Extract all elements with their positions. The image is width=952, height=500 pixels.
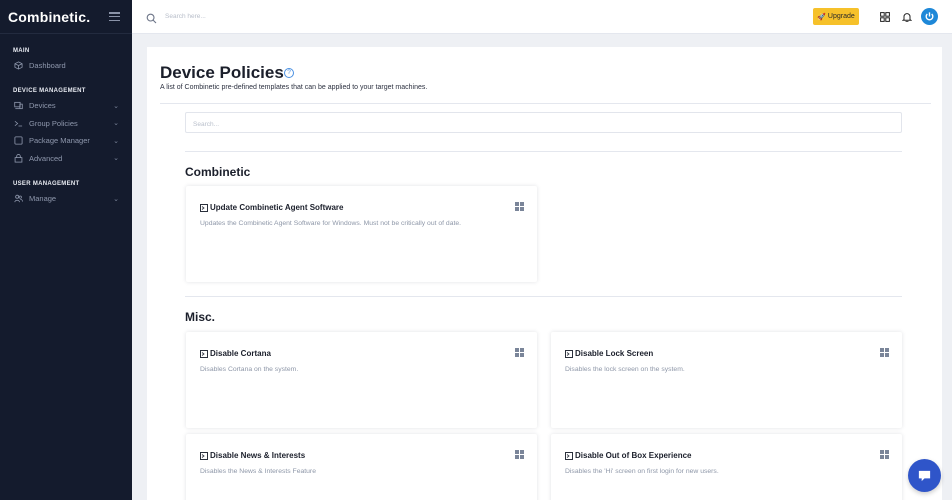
sidebar-item-manage[interactable]: Manage ⌄ — [0, 190, 132, 208]
nav-section-device-management: DEVICE MANAGEMENT — [13, 88, 86, 94]
sidebar-item-label: Package Manager — [29, 136, 90, 146]
users-icon — [13, 194, 23, 204]
hamburger-icon[interactable] — [109, 12, 120, 21]
policy-card-title: Disable Cortana — [210, 349, 271, 358]
terminal-icon — [200, 203, 208, 212]
chat-icon[interactable] — [908, 459, 941, 492]
dashboard-icon — [13, 61, 23, 71]
terminal-icon — [200, 451, 208, 460]
policy-card-title: Disable News & Interests — [210, 451, 306, 460]
top-search-input[interactable]: Search here... — [165, 13, 206, 20]
rocket-icon: 🚀 — [817, 13, 826, 21]
sidebar-item-devices[interactable]: Devices ⌄ — [0, 97, 132, 115]
chevron-down-icon: ⌄ — [113, 195, 119, 203]
divider — [185, 296, 902, 297]
advanced-icon — [13, 153, 23, 163]
page-title: Device Policies — [160, 63, 284, 82]
help-icon[interactable]: ? — [284, 68, 294, 78]
policy-card-title: Disable Lock Screen — [575, 349, 654, 358]
brand-logo[interactable]: Combinetic. — [8, 9, 90, 25]
devices-icon — [13, 101, 23, 111]
divider — [160, 103, 931, 104]
chevron-down-icon: ⌄ — [113, 120, 119, 128]
terminal-icon — [200, 349, 208, 358]
policy-card[interactable]: Disable Out of Box Experience Disables t… — [551, 434, 902, 500]
terminal-icon — [565, 451, 573, 460]
sidebar-item-label: Group Policies — [29, 118, 78, 128]
chevron-down-icon: ⌄ — [113, 155, 119, 163]
terminal-icon — [565, 349, 573, 358]
policy-card-description: Updates the Combinetic Agent Software fo… — [200, 220, 462, 227]
policy-card-title: Disable Out of Box Experience — [575, 451, 692, 460]
sidebar-item-label: Dashboard — [29, 61, 66, 71]
chevron-down-icon: ⌄ — [113, 137, 119, 145]
windows-icon — [515, 202, 524, 211]
brand-row: Combinetic. — [0, 0, 132, 34]
sidebar-item-label: Manage — [29, 194, 57, 204]
section-title-misc: Misc. — [185, 310, 216, 324]
sidebar-item-group-policies[interactable]: Group Policies ⌄ — [0, 115, 132, 133]
policy-card[interactable]: Disable News & Interests Disables the Ne… — [186, 434, 537, 500]
upgrade-button[interactable]: 🚀 Upgrade — [813, 8, 859, 25]
policy-search-box[interactable] — [185, 112, 902, 134]
package-icon — [13, 136, 23, 146]
top-search[interactable]: Search here... — [146, 11, 206, 24]
policy-card-title: Update Combinetic Agent Software — [210, 203, 344, 212]
policy-card[interactable]: Update Combinetic Agent Software Updates… — [186, 186, 537, 282]
upgrade-label: Upgrade — [827, 13, 855, 20]
policy-card-description: Disables the lock screen on the system. — [565, 366, 685, 373]
divider — [185, 151, 902, 152]
windows-icon — [515, 450, 524, 459]
power-icon[interactable] — [921, 8, 938, 25]
sidebar-item-dashboard[interactable]: Dashboard — [0, 57, 132, 75]
policy-card-description: Disables the News & Interests Feature — [200, 468, 316, 475]
chevron-down-icon: ⌄ — [113, 102, 119, 110]
sidebar: Combinetic. MAIN Dashboard DEVICE MANAGE… — [0, 0, 132, 500]
policy-card-description: Disables Cortana on the system. — [200, 366, 299, 373]
windows-icon — [515, 348, 524, 357]
windows-icon — [880, 348, 889, 357]
sidebar-item-advanced[interactable]: Advanced ⌄ — [0, 150, 132, 168]
nav-section-main: MAIN — [13, 48, 30, 54]
terminal-icon — [13, 118, 23, 128]
windows-icon — [880, 450, 889, 459]
policy-card[interactable]: Disable Lock Screen Disables the lock sc… — [551, 332, 902, 428]
bell-icon[interactable] — [901, 11, 913, 23]
main-panel: Device Policies ? A list of Combinetic p… — [147, 47, 942, 500]
apps-grid-icon[interactable] — [879, 11, 891, 23]
sidebar-item-package-manager[interactable]: Package Manager ⌄ — [0, 132, 132, 150]
nav-section-user-management: USER MANAGEMENT — [13, 181, 80, 187]
section-title-combinetic: Combinetic — [185, 165, 251, 179]
sidebar-item-label: Advanced — [29, 153, 63, 163]
policy-card-description: Disables the 'Hi' screen on first login … — [565, 468, 719, 475]
topbar: Search here... 🚀 Upgrade — [132, 0, 952, 34]
search-icon — [146, 11, 157, 24]
policy-card[interactable]: Disable Cortana Disables Cortana on the … — [186, 332, 537, 428]
policy-search-input[interactable] — [186, 115, 901, 134]
sidebar-item-label: Devices — [29, 101, 56, 111]
page-subtitle: A list of Combinetic pre-defined templat… — [160, 84, 428, 91]
